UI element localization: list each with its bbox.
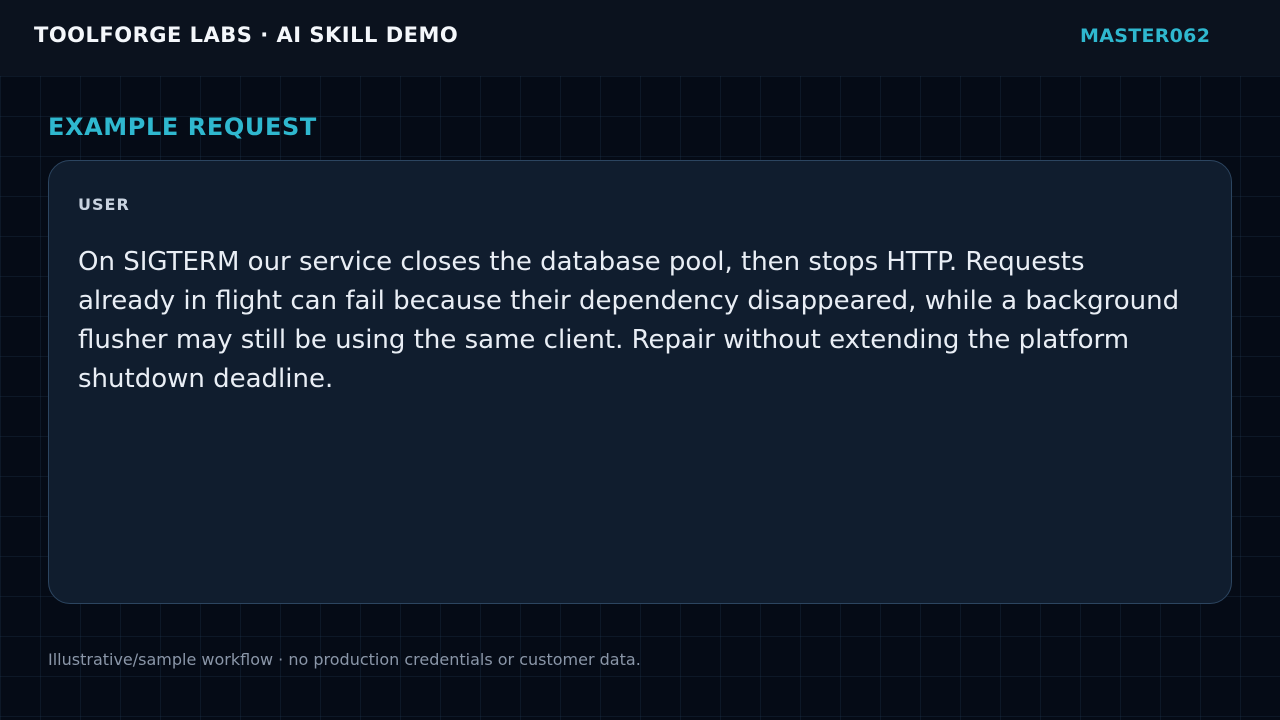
user-message-text: On SIGTERM our service closes the databa… <box>78 247 1180 394</box>
top-bar: TOOLFORGE LABS · AI SKILL DEMO MASTER062 <box>0 0 1280 76</box>
message-role-label: USER <box>78 195 130 214</box>
request-card: USER On SIGTERM our service closes the d… <box>48 160 1232 604</box>
section-title: EXAMPLE REQUEST <box>48 113 317 141</box>
page: TOOLFORGE LABS · AI SKILL DEMO MASTER062… <box>0 0 1280 720</box>
disclaimer-footnote: Illustrative/sample workflow · no produc… <box>48 650 641 669</box>
brand-title: TOOLFORGE LABS · AI SKILL DEMO <box>34 23 459 47</box>
demo-id-badge: MASTER062 <box>1080 25 1211 47</box>
